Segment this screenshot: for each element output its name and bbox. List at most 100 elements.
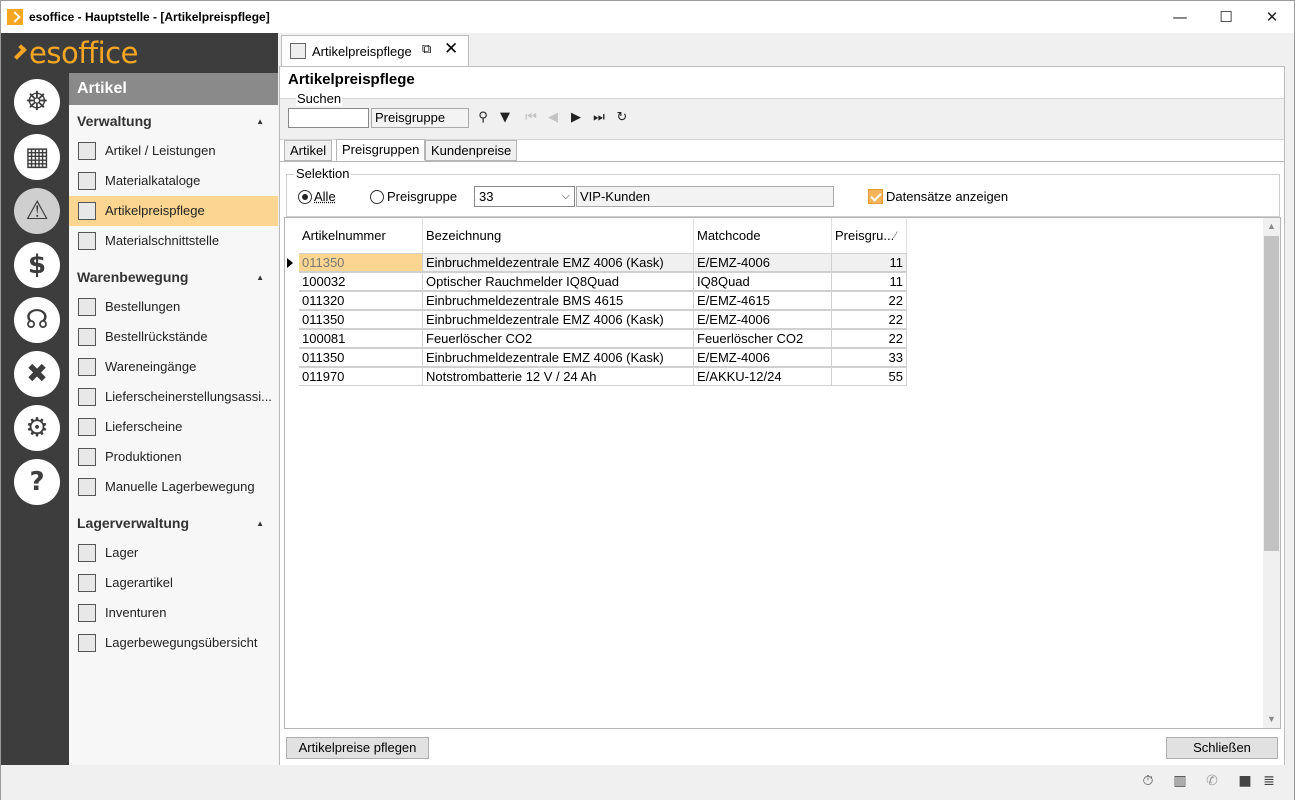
close-window-button[interactable]: ✕ — [1249, 1, 1295, 33]
preisgruppe-dropdown[interactable]: 33 ⌵ — [474, 186, 575, 207]
radio-preisgruppe-label[interactable]: Preisgruppe — [387, 189, 457, 204]
minimize-button[interactable]: — — [1157, 1, 1203, 33]
table-cell[interactable]: IQ8Quad — [694, 272, 832, 291]
column-header-bezeichnung[interactable]: Bezeichnung — [423, 218, 694, 253]
table-cell[interactable]: Feuerlöscher CO2 — [423, 329, 694, 348]
maintain-prices-button[interactable]: Artikelpreise pflegen — [286, 737, 429, 759]
nav-item[interactable]: Inventuren — [69, 598, 278, 628]
nav-item[interactable]: Materialschnittstelle — [69, 226, 278, 256]
close-tab-icon[interactable]: ✕ — [444, 39, 458, 59]
previous-record-icon[interactable]: ◀ — [543, 108, 563, 128]
search-input[interactable] — [288, 108, 369, 128]
table-cell[interactable]: 100081 — [299, 329, 423, 348]
refresh-icon[interactable]: ↻ — [612, 108, 632, 128]
nav-item-icon — [78, 142, 96, 160]
helm-icon[interactable]: ☸ — [14, 79, 60, 125]
table-cell[interactable]: Feuerlöscher CO2 — [694, 329, 832, 348]
table-cell[interactable]: 011350 — [299, 253, 423, 272]
table-cell[interactable]: E/EMZ-4006 — [694, 253, 832, 272]
nav-item[interactable]: Lagerartikel — [69, 568, 278, 598]
nav-item[interactable]: Bestellrückstände — [69, 322, 278, 352]
nav-panel: Artikel Verwaltung ▲ Artikel / Leistungen M… — [69, 73, 278, 765]
table-cell[interactable]: E/EMZ-4006 — [694, 310, 832, 329]
search-icon[interactable]: ⚲ — [473, 108, 493, 128]
table-cell[interactable]: Einbruchmeldezentrale EMZ 4006 (Kask) — [423, 253, 694, 272]
column-header-artikelnummer[interactable]: Artikelnummer — [299, 218, 423, 253]
table-cell[interactable]: 22 — [832, 291, 907, 310]
table-cell[interactable]: Notstrombatterie 12 V / 24 Ah — [423, 367, 694, 386]
table-cell[interactable]: 11 — [832, 253, 907, 272]
table-cell[interactable]: Einbruchmeldezentrale EMZ 4006 (Kask) — [423, 310, 694, 329]
calendar-icon[interactable]: ▦ — [14, 134, 60, 180]
nav-item[interactable]: Artikelpreispflege — [69, 196, 278, 226]
nav-item[interactable]: Lieferscheinerstellungsassi... — [69, 382, 278, 412]
nav-item[interactable]: Lager — [69, 538, 278, 568]
nav-section-lagerverwaltung[interactable]: Lagerverwaltung ▲ — [77, 515, 270, 531]
table-cell[interactable]: 55 — [832, 367, 907, 386]
database-icon[interactable]: ≣ — [1260, 773, 1278, 791]
table-cell[interactable]: Einbruchmeldezentrale EMZ 4006 (Kask) — [423, 348, 694, 367]
scrollbar-thumb[interactable] — [1264, 236, 1279, 551]
table-cell[interactable]: 100032 — [299, 272, 423, 291]
nav-item[interactable]: Lagerbewegungsübersicht — [69, 628, 278, 658]
gears-icon[interactable]: ⚙ — [14, 405, 60, 451]
tab-preisgruppen[interactable]: Preisgruppen — [336, 139, 426, 161]
table-cell[interactable]: 22 — [832, 310, 907, 329]
nav-section-verwaltung[interactable]: Verwaltung ▲ — [77, 113, 270, 129]
table-cell[interactable]: 011970 — [299, 367, 423, 386]
nav-item[interactable]: Wareneingänge — [69, 352, 278, 382]
headset-icon[interactable]: ☊ — [14, 297, 60, 343]
tools-icon[interactable]: ✖ — [14, 351, 60, 397]
radio-alle[interactable] — [298, 190, 312, 204]
tab-kundenpreise[interactable]: Kundenpreise — [425, 140, 518, 161]
phone-icon[interactable]: ✆ — [1203, 773, 1221, 791]
lock-icon[interactable]: ■ — [1236, 773, 1254, 791]
nav-item[interactable]: Materialkataloge — [69, 166, 278, 196]
collapse-caret-icon[interactable]: ▲ — [256, 117, 264, 126]
maximize-button[interactable]: ☐ — [1203, 1, 1249, 33]
next-record-icon[interactable]: ▶ — [566, 108, 586, 128]
nav-item[interactable]: Manuelle Lagerbewegung — [69, 472, 278, 502]
nav-item[interactable]: Lieferscheine — [69, 412, 278, 442]
building-icon[interactable]: ▥ — [1171, 773, 1189, 791]
nav-item[interactable]: Produktionen — [69, 442, 278, 472]
nav-section-warenbewegung[interactable]: Warenbewegung ▲ — [77, 269, 270, 285]
radio-alle-label[interactable]: Alle — [314, 189, 336, 204]
vertical-scrollbar[interactable]: ▲ ▼ — [1263, 218, 1280, 728]
scroll-up-icon[interactable]: ▲ — [1263, 218, 1280, 235]
radio-preisgruppe[interactable] — [370, 190, 384, 204]
table-cell[interactable]: E/EMZ-4006 — [694, 348, 832, 367]
collapse-caret-icon[interactable]: ▲ — [256, 519, 264, 528]
search-field-select[interactable]: Preisgruppe — [371, 108, 469, 128]
money-icon[interactable]: $ — [14, 242, 60, 288]
last-record-icon[interactable]: ⏭ — [589, 108, 609, 128]
popout-icon[interactable]: ⧉ — [422, 41, 431, 57]
table-cell[interactable]: 11 — [832, 272, 907, 291]
stopwatch-icon[interactable]: ⏱ — [1139, 773, 1157, 791]
document-tab[interactable]: Artikelpreispflege ⧉ ✕ — [281, 35, 469, 66]
table-cell[interactable]: E/EMZ-4615 — [694, 291, 832, 310]
nav-item[interactable]: Artikel / Leistungen — [69, 136, 278, 166]
first-record-icon[interactable]: ⏮ — [521, 108, 541, 128]
nav-item[interactable]: Bestellungen — [69, 292, 278, 322]
tab-artikel[interactable]: Artikel — [284, 140, 333, 161]
nav-item-icon — [78, 202, 96, 220]
column-header-matchcode[interactable]: Matchcode — [694, 218, 832, 253]
table-cell[interactable]: 011350 — [299, 348, 423, 367]
close-button[interactable]: Schließen — [1166, 737, 1278, 759]
table-cell[interactable]: 011350 — [299, 310, 423, 329]
filter-icon[interactable]: ▼ — [495, 108, 515, 128]
help-icon[interactable]: ? — [14, 459, 60, 505]
show-records-checkbox[interactable] — [868, 189, 883, 204]
table-cell[interactable]: Einbruchmeldezentrale BMS 4615 — [423, 291, 694, 310]
table-cell[interactable]: E/AKKU-12/24 — [694, 367, 832, 386]
table-cell[interactable]: 22 — [832, 329, 907, 348]
scroll-down-icon[interactable]: ▼ — [1263, 711, 1280, 728]
table-cell[interactable]: Optischer Rauchmelder IQ8Quad — [423, 272, 694, 291]
table-cell[interactable]: 011320 — [299, 291, 423, 310]
collapse-caret-icon[interactable]: ▲ — [256, 273, 264, 282]
show-records-label[interactable]: Datensätze anzeigen — [886, 189, 1008, 204]
table-cell[interactable]: 33 — [832, 348, 907, 367]
preisgruppe-value: 33 — [479, 189, 494, 204]
alarm-light-icon[interactable]: ⚠ — [14, 188, 60, 234]
